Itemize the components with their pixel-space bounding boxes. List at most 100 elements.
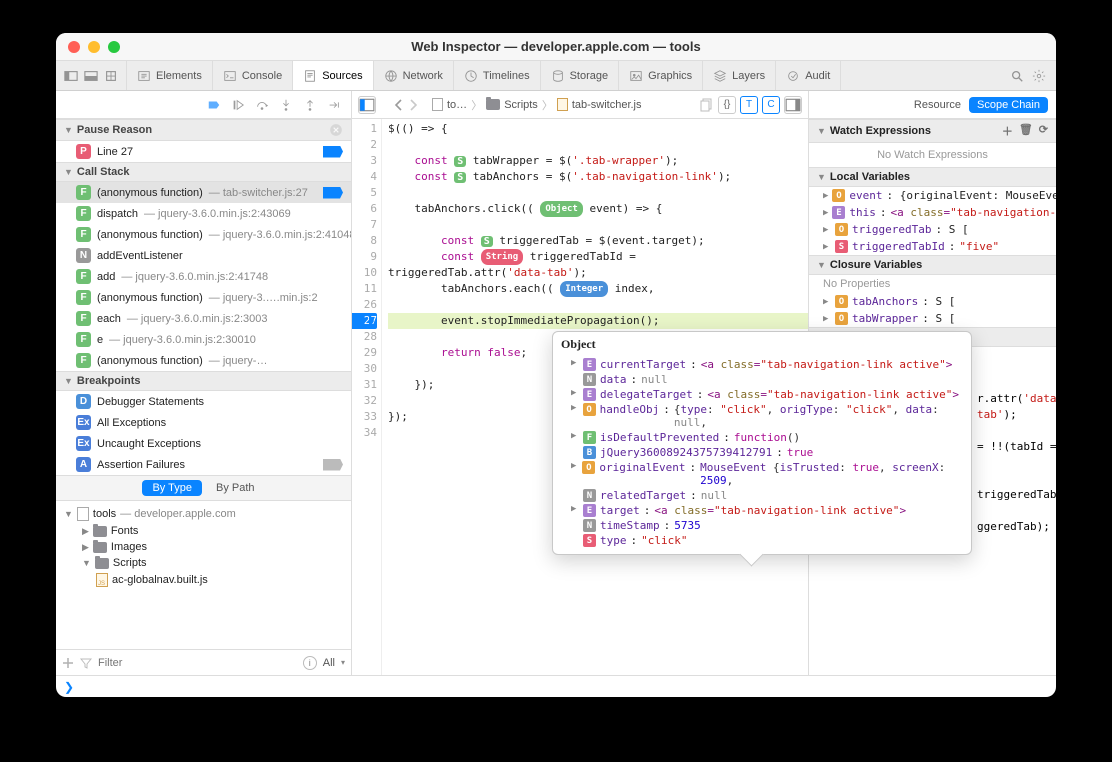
- scope-variable-row[interactable]: ▶OtabWrapper: S [: [809, 310, 1056, 327]
- tree-folder[interactable]: ▶Images: [56, 539, 351, 555]
- type-badge: N: [583, 373, 596, 386]
- tab-elements[interactable]: Elements: [127, 61, 213, 90]
- stack-frame[interactable]: Fe — jquery-3.6.0.min.js:2:30010: [56, 329, 351, 350]
- scope-variable-row[interactable]: ▶StriggeredTabId: "five": [809, 238, 1056, 255]
- tab-audit[interactable]: Audit: [776, 61, 841, 90]
- line-gutter[interactable]: 1234567891011262728293031323334: [352, 119, 382, 675]
- dock-popout-icon[interactable]: [104, 69, 118, 83]
- tree-folder[interactable]: ▼Scripts: [56, 555, 351, 571]
- step-out-icon[interactable]: [303, 98, 317, 112]
- call-stack-header[interactable]: ▼Call Stack: [56, 162, 351, 182]
- tree-file[interactable]: JSac-globalnav.built.js: [56, 571, 351, 589]
- add-watch-icon[interactable]: ＋: [1002, 123, 1013, 139]
- object-property-row[interactable]: BjQuery360089243757394­12791: true: [553, 445, 971, 460]
- info-icon[interactable]: i: [303, 656, 317, 670]
- zoom-window-button[interactable]: [108, 41, 120, 53]
- step-into-icon[interactable]: [279, 98, 293, 112]
- tree-root[interactable]: ▼tools — developer.apple.com: [56, 505, 351, 523]
- resource-tab[interactable]: Resource: [914, 99, 961, 111]
- filter-all-label[interactable]: All: [323, 657, 335, 669]
- close-icon[interactable]: [329, 123, 343, 137]
- breakpoint-row[interactable]: AAssertion Failures: [56, 454, 351, 475]
- tab-timelines[interactable]: Timelines: [454, 61, 541, 90]
- breadcrumb-item[interactable]: to…: [447, 99, 467, 111]
- stack-frame[interactable]: NaddEventListener: [56, 245, 351, 266]
- bp-badge: D: [76, 394, 91, 409]
- scope-variable-row[interactable]: ▶Ethis: <a class="tab-navigation-li…: [809, 204, 1056, 221]
- scope-variable-row[interactable]: ▶Oevent: {originalEvent: MouseEvent: [809, 187, 1056, 204]
- pretty-print-icon[interactable]: {}: [718, 96, 736, 114]
- local-variables-header[interactable]: ▼Local Variables: [809, 167, 1056, 187]
- object-property-row[interactable]: Ndata: null: [553, 372, 971, 387]
- object-property-row[interactable]: Stype: "click": [553, 533, 971, 548]
- tab-graphics[interactable]: Graphics: [619, 61, 703, 90]
- add-icon[interactable]: [62, 657, 74, 669]
- stack-frame[interactable]: F(anonymous function) — jquery-…: [56, 350, 351, 371]
- breakpoint-row[interactable]: ExAll Exceptions: [56, 412, 351, 433]
- coverage-icon[interactable]: C: [762, 96, 780, 114]
- tab-sources[interactable]: Sources: [293, 61, 373, 90]
- scope-variable-row[interactable]: ▶OtriggeredTab: S [: [809, 221, 1056, 238]
- object-property-row[interactable]: ▶OhandleObj: {type: "click", origType: "…: [553, 402, 971, 430]
- type-profile-icon[interactable]: T: [740, 96, 758, 114]
- tab-layers[interactable]: Layers: [703, 61, 776, 90]
- breakpoint-row[interactable]: DDebugger Statements: [56, 391, 351, 412]
- filter-input[interactable]: [98, 657, 297, 669]
- bp-tag-icon: [323, 459, 343, 471]
- by-type-toggle[interactable]: By Type: [142, 480, 202, 496]
- breakpoint-toggle-icon[interactable]: [207, 98, 221, 112]
- object-property-row[interactable]: ▶OoriginalEvent: MouseEvent {isTrusted: …: [553, 460, 971, 488]
- inspector-window: Web Inspector — developer.apple.com — to…: [56, 33, 1056, 697]
- nav-forward-icon[interactable]: [408, 98, 418, 112]
- step-over-icon[interactable]: [255, 98, 269, 112]
- type-badge: E: [583, 504, 596, 517]
- dock-bottom-icon[interactable]: [84, 69, 98, 83]
- toggle-left-sidebar-icon[interactable]: [358, 96, 376, 114]
- copy-icon[interactable]: [700, 98, 714, 112]
- object-property-row[interactable]: ▶EcurrentTarget: <a class="tab-navigatio…: [553, 357, 971, 372]
- console-prompt[interactable]: ❯: [56, 675, 1056, 697]
- breakpoint-row[interactable]: ExUncaught Exceptions: [56, 433, 351, 454]
- tree-folder[interactable]: ▶Fonts: [56, 523, 351, 539]
- clear-watch-icon[interactable]: 🗑: [1019, 123, 1033, 139]
- object-property-row[interactable]: ▶Etarget: <a class="tab-navigation-link …: [553, 503, 971, 518]
- breakpoints-header[interactable]: ▼Breakpoints: [56, 371, 351, 391]
- step-icon[interactable]: [327, 98, 341, 112]
- folder-icon: [486, 99, 500, 110]
- dock-side-icon[interactable]: [64, 69, 78, 83]
- toggle-right-sidebar-icon[interactable]: [784, 96, 802, 114]
- object-property-row[interactable]: ▶FisDefaultPrevented: function(): [553, 430, 971, 445]
- stack-frame[interactable]: F(anonymous function) — tab-switcher.js:…: [56, 182, 351, 203]
- timelines-icon: [464, 69, 478, 83]
- settings-gear-icon[interactable]: [1032, 69, 1046, 83]
- stack-frame[interactable]: Fdispatch — jquery-3.6.0.min.js:2:43069: [56, 203, 351, 224]
- tab-network[interactable]: Network: [374, 61, 454, 90]
- frame-badge: F: [76, 353, 91, 368]
- scope-chain-tab[interactable]: Scope Chain: [969, 97, 1048, 113]
- breadcrumb-item[interactable]: tab-switcher.js: [572, 99, 642, 111]
- stack-frame[interactable]: Feach — jquery-3.6.0.min.js:2:3003: [56, 308, 351, 329]
- closure-variables-header[interactable]: ▼Closure Variables: [809, 255, 1056, 275]
- minimize-window-button[interactable]: [88, 41, 100, 53]
- pause-reason-header[interactable]: ▼Pause Reason: [56, 119, 351, 141]
- resume-icon[interactable]: [231, 98, 245, 112]
- breadcrumb-item[interactable]: Scripts: [504, 99, 538, 111]
- audit-icon: [786, 69, 800, 83]
- stack-frame[interactable]: F(anonymous function) — jquery-3.….min.j…: [56, 287, 351, 308]
- watch-expressions-header[interactable]: ▼Watch Expressions ＋🗑⟳: [809, 119, 1056, 143]
- sources-icon: [303, 69, 317, 83]
- by-path-toggle[interactable]: By Path: [206, 480, 265, 496]
- search-icon[interactable]: [1010, 69, 1024, 83]
- scope-variable-row[interactable]: ▶OtabAnchors: S [: [809, 293, 1056, 310]
- refresh-watch-icon[interactable]: ⟳: [1039, 123, 1048, 139]
- object-property-row[interactable]: NtimeStamp: 5735: [553, 518, 971, 533]
- frame-badge: N: [76, 248, 91, 263]
- tab-storage[interactable]: Storage: [541, 61, 620, 90]
- stack-frame[interactable]: Fadd — jquery-3.6.0.min.js:2:41748: [56, 266, 351, 287]
- close-window-button[interactable]: [68, 41, 80, 53]
- object-property-row[interactable]: ▶EdelegateTarget: <a class="tab-navigati…: [553, 387, 971, 402]
- object-property-row[interactable]: NrelatedTarget: null: [553, 488, 971, 503]
- tab-console[interactable]: Console: [213, 61, 293, 90]
- nav-back-icon[interactable]: [394, 98, 404, 112]
- stack-frame[interactable]: F(anonymous function) — jquery-3.6.0.min…: [56, 224, 351, 245]
